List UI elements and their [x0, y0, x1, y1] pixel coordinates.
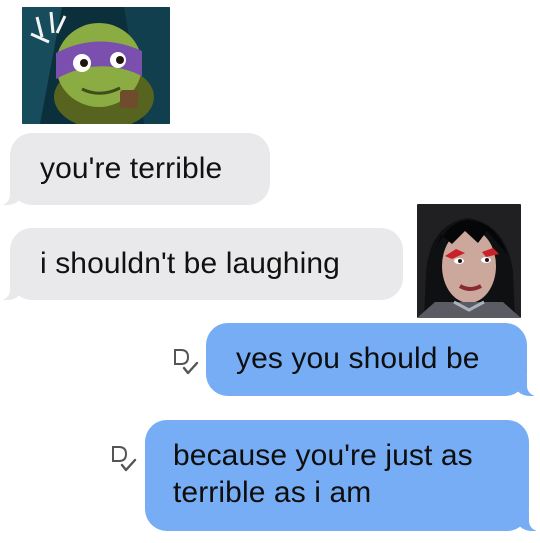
- incoming-message-2: i shouldn't be laughing: [0, 228, 403, 300]
- turtle-character-avatar: [22, 7, 170, 124]
- message-text: because you're just as terrible as i am: [173, 439, 473, 509]
- message-text: you're terrible: [40, 152, 223, 185]
- dark-haired-character-avatar: [417, 204, 521, 318]
- message-text: i shouldn't be laughing: [40, 247, 340, 280]
- outgoing-message-2: because you're just as terrible as i am: [145, 420, 540, 531]
- delivered-check-icon: [108, 443, 138, 475]
- delivered-check-icon: [170, 346, 200, 378]
- incoming-message-1: you're terrible: [0, 133, 270, 205]
- message-text: yes you should be: [236, 342, 480, 375]
- outgoing-message-1: yes you should be: [206, 323, 539, 396]
- chat-thread: you're terrible i shouldn't be laughing: [0, 0, 540, 543]
